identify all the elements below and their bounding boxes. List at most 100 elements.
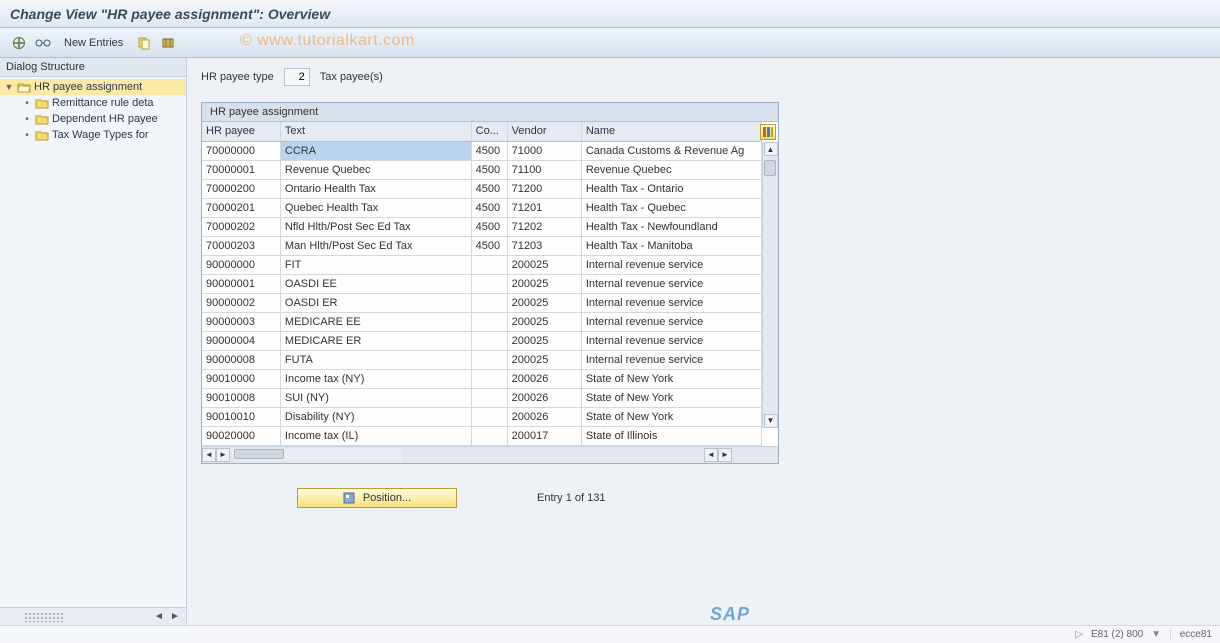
table-cell[interactable]: 90020000 xyxy=(202,426,280,445)
table-cell[interactable] xyxy=(471,350,507,369)
hscroll-left2-icon[interactable]: ◄ xyxy=(704,448,718,462)
scroll-up-icon[interactable]: ▲ xyxy=(764,142,778,156)
table-cell[interactable]: 71000 xyxy=(507,141,581,160)
table-row[interactable]: 90000003MEDICARE EE 200025Internal revenu… xyxy=(202,312,762,331)
table-cell[interactable]: 200025 xyxy=(507,274,581,293)
table-cell[interactable]: Revenue Quebec xyxy=(280,160,471,179)
table-cell[interactable]: Income tax (NY) xyxy=(280,369,471,388)
table-cell[interactable]: Ontario Health Tax xyxy=(280,179,471,198)
toggle-icon[interactable] xyxy=(10,34,28,52)
table-cell[interactable]: 70000201 xyxy=(202,198,280,217)
table-cell[interactable]: 90010008 xyxy=(202,388,280,407)
table-cell[interactable]: FUTA xyxy=(280,350,471,369)
table-cell[interactable]: Internal revenue service xyxy=(581,274,761,293)
table-cell[interactable]: Income tax (IL) xyxy=(280,426,471,445)
table-cell[interactable]: 71100 xyxy=(507,160,581,179)
table-cell[interactable]: Man Hlth/Post Sec Ed Tax xyxy=(280,236,471,255)
table-cell[interactable]: Internal revenue service xyxy=(581,293,761,312)
table-cell[interactable]: 90000000 xyxy=(202,255,280,274)
payee-type-input[interactable] xyxy=(284,68,310,86)
table-cell[interactable]: 70000001 xyxy=(202,160,280,179)
table-cell[interactable]: 200025 xyxy=(507,331,581,350)
table-cell[interactable]: 90000001 xyxy=(202,274,280,293)
table-cell[interactable]: 200025 xyxy=(507,350,581,369)
table-cell[interactable]: 200017 xyxy=(507,426,581,445)
position-button[interactable]: Position... xyxy=(297,488,457,508)
table-row[interactable]: 70000202Nfld Hlth/Post Sec Ed Tax4500712… xyxy=(202,217,762,236)
table-row[interactable]: 90010008SUI (NY) 200026State of New York xyxy=(202,388,762,407)
horizontal-scrollbar[interactable]: ◄ ► ◄ ► xyxy=(202,446,778,463)
table-cell[interactable]: Internal revenue service xyxy=(581,350,761,369)
table-cell[interactable]: 4500 xyxy=(471,236,507,255)
table-cell[interactable]: 90000002 xyxy=(202,293,280,312)
col-text[interactable]: Text xyxy=(280,122,471,141)
table-cell[interactable]: Quebec Health Tax xyxy=(280,198,471,217)
table-cell[interactable]: 90010000 xyxy=(202,369,280,388)
col-vendor[interactable]: Vendor xyxy=(507,122,581,141)
configure-columns-icon[interactable] xyxy=(760,124,776,140)
table-cell[interactable]: Health Tax - Newfoundland xyxy=(581,217,761,236)
table-cell[interactable]: 200025 xyxy=(507,293,581,312)
hscroll-left-icon[interactable]: ◄ xyxy=(202,448,216,462)
table-row[interactable]: 70000200Ontario Health Tax450071200Healt… xyxy=(202,179,762,198)
table-row[interactable]: 90000008FUTA 200025Internal revenue servi… xyxy=(202,350,762,369)
table-cell[interactable]: 200026 xyxy=(507,369,581,388)
table-cell[interactable]: State of Illinois xyxy=(581,426,761,445)
table-row[interactable]: 90010000Income tax (NY) 200026State of Ne… xyxy=(202,369,762,388)
new-entries-button[interactable]: New Entries xyxy=(58,35,129,51)
table-cell[interactable]: Internal revenue service xyxy=(581,255,761,274)
table-cell[interactable] xyxy=(471,274,507,293)
drag-handle[interactable] xyxy=(24,612,64,622)
table-cell[interactable]: 4500 xyxy=(471,198,507,217)
table-cell[interactable]: State of New York xyxy=(581,388,761,407)
nav-left-icon[interactable]: ◄ xyxy=(152,610,166,624)
table-cell[interactable] xyxy=(471,331,507,350)
table-cell[interactable]: 70000203 xyxy=(202,236,280,255)
table-cell[interactable]: 71200 xyxy=(507,179,581,198)
col-name[interactable]: Name xyxy=(581,122,761,141)
table-cell[interactable]: Health Tax - Quebec xyxy=(581,198,761,217)
table-cell[interactable]: 71203 xyxy=(507,236,581,255)
table-cell[interactable]: Internal revenue service xyxy=(581,312,761,331)
status-nav-icon[interactable]: ▷ xyxy=(1075,629,1083,640)
table-row[interactable]: 70000000CCRA450071000Canada Customs & Re… xyxy=(202,141,762,160)
table-row[interactable]: 90000000FIT200025Internal revenue servic… xyxy=(202,255,762,274)
table-row[interactable]: 90000004MEDICARE ER200025Internal revenu… xyxy=(202,331,762,350)
table-cell[interactable] xyxy=(471,426,507,445)
table-cell[interactable]: 4500 xyxy=(471,141,507,160)
table-cell[interactable]: Internal revenue service xyxy=(581,331,761,350)
hscroll-thumb[interactable] xyxy=(234,449,284,459)
scroll-track[interactable] xyxy=(763,156,778,414)
table-cell[interactable]: 200025 xyxy=(507,255,581,274)
table-cell[interactable] xyxy=(471,255,507,274)
table-cell[interactable]: Health Tax - Manitoba xyxy=(581,236,761,255)
table-cell[interactable] xyxy=(471,312,507,331)
table-cell[interactable]: MEDICARE EE xyxy=(280,312,471,331)
table-cell[interactable]: Revenue Quebec xyxy=(581,160,761,179)
table-row[interactable]: 70000201Quebec Health Tax450071201Health… xyxy=(202,198,762,217)
table-cell[interactable]: SUI (NY) xyxy=(280,388,471,407)
table-cell[interactable]: OASDI ER xyxy=(280,293,471,312)
table-cell[interactable]: MEDICARE ER xyxy=(280,331,471,350)
table-cell[interactable]: State of New York xyxy=(581,407,761,426)
tree-item[interactable]: •Tax Wage Types for xyxy=(0,127,186,143)
tree-item[interactable]: ▼HR payee assignment xyxy=(0,79,186,95)
table-cell[interactable]: 90010010 xyxy=(202,407,280,426)
table-cell[interactable]: 90000003 xyxy=(202,312,280,331)
table-cell[interactable] xyxy=(471,369,507,388)
col-hr-payee[interactable]: HR payee xyxy=(202,122,280,141)
table-cell[interactable]: 200026 xyxy=(507,388,581,407)
col-co[interactable]: Co... xyxy=(471,122,507,141)
table-row[interactable]: 90010010Disability (NY)200026State of Ne… xyxy=(202,407,762,426)
table-cell[interactable]: Canada Customs & Revenue Ag xyxy=(581,141,761,160)
table-cell[interactable]: 71201 xyxy=(507,198,581,217)
table-cell[interactable] xyxy=(471,293,507,312)
tree-item[interactable]: •Remittance rule deta xyxy=(0,95,186,111)
table-cell[interactable]: State of New York xyxy=(581,369,761,388)
nav-right-icon[interactable]: ► xyxy=(168,610,182,624)
delimit-icon[interactable] xyxy=(159,34,177,52)
tree-toggle-icon[interactable]: ▼ xyxy=(4,82,14,92)
scroll-thumb[interactable] xyxy=(764,160,776,176)
table-cell[interactable]: 200025 xyxy=(507,312,581,331)
table-cell[interactable]: 90000008 xyxy=(202,350,280,369)
